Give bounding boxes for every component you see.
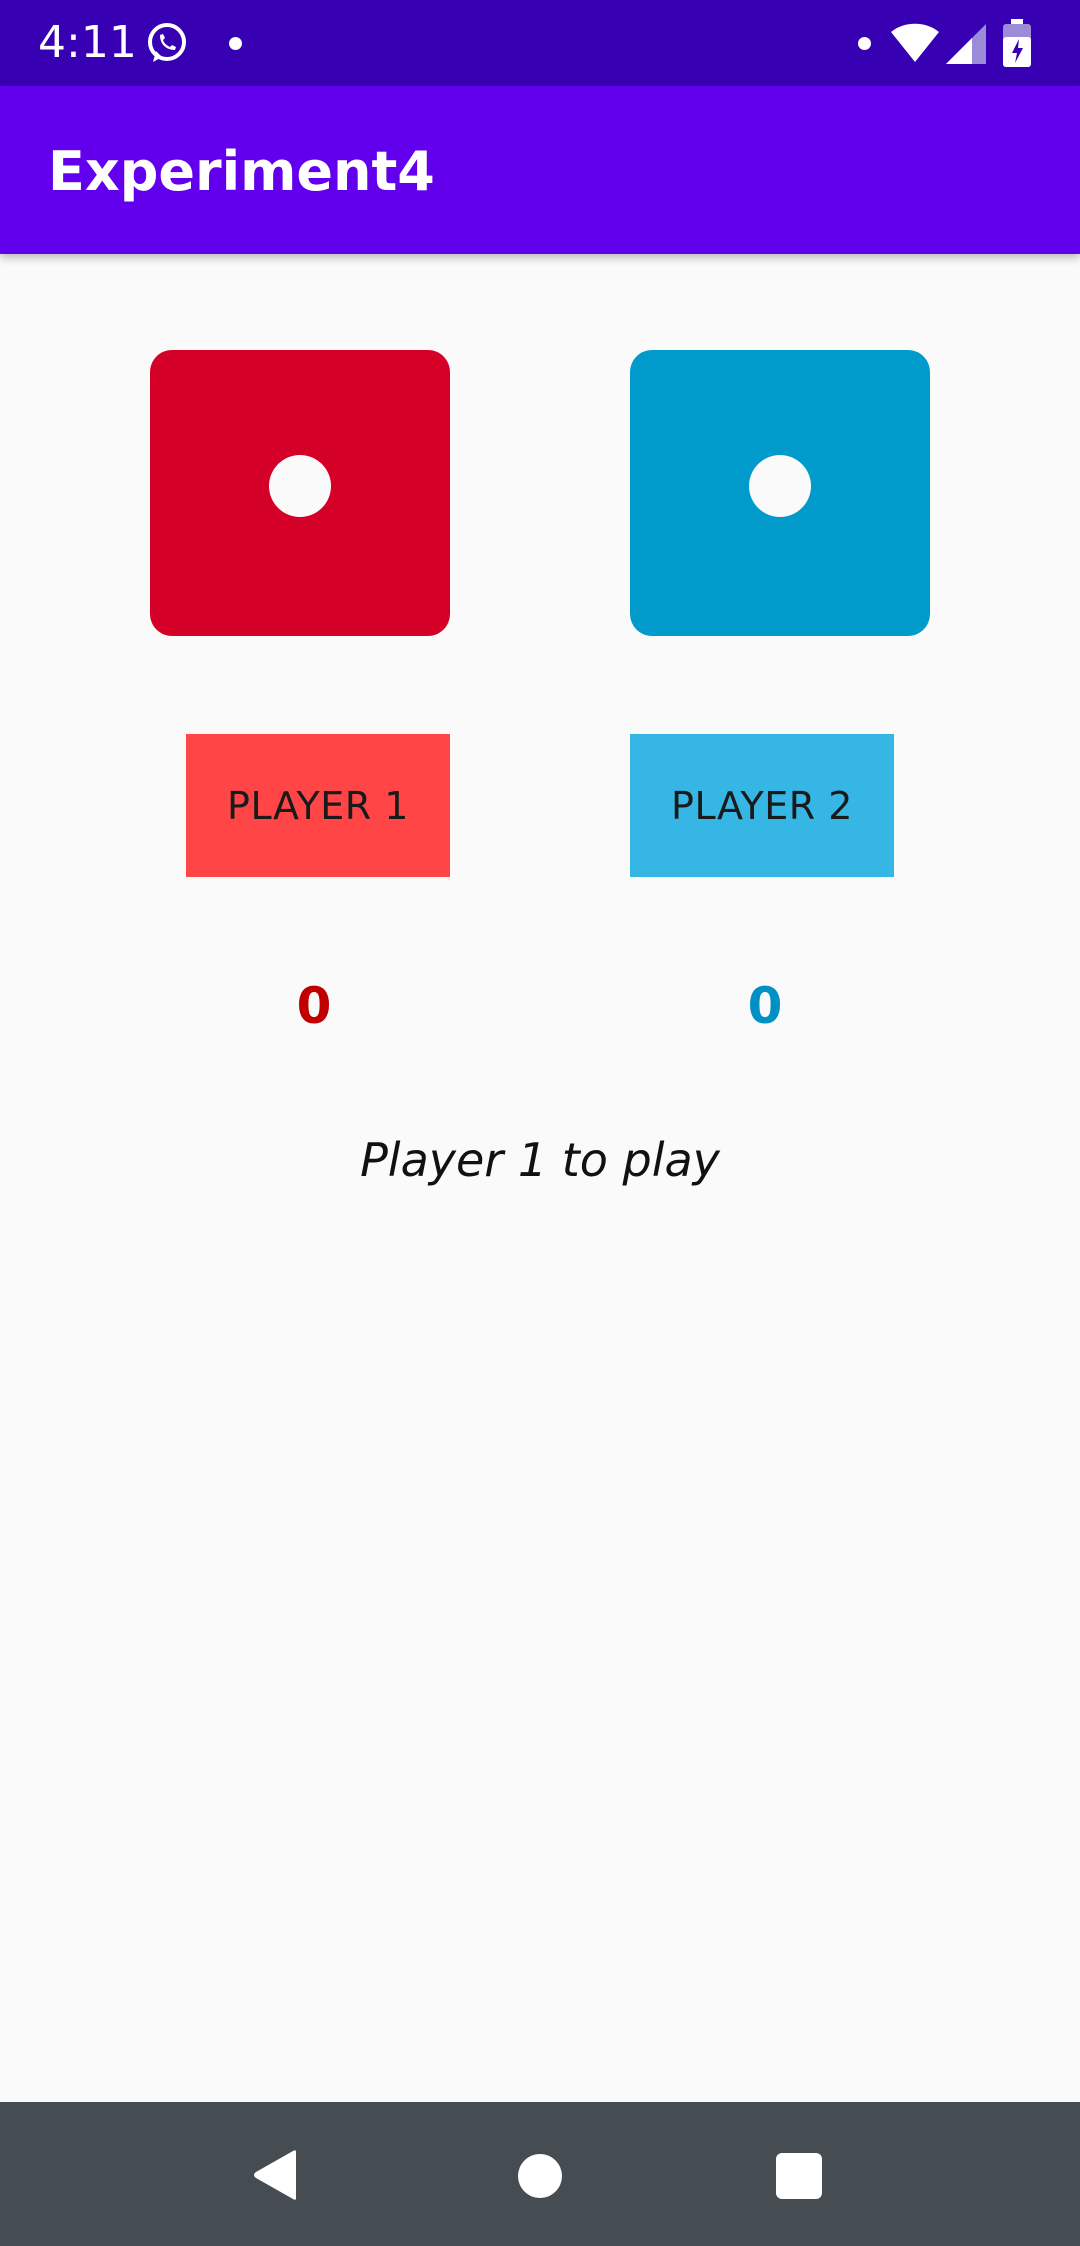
app-screen: 4:11 Experiment4 PLAYER 1 PLAYER 2 0 0 P… [0, 0, 1080, 2246]
die-pip [269, 455, 331, 517]
notification-dot-icon [858, 37, 871, 50]
die-pip [749, 455, 811, 517]
turn-status-text: Player 1 to play [360, 1133, 720, 1187]
navigation-bar [0, 2102, 1080, 2246]
wifi-icon [891, 23, 939, 62]
whatsapp-icon [148, 23, 186, 62]
player1-score: 0 [296, 977, 332, 1035]
player2-score: 0 [747, 977, 783, 1035]
status-bar: 4:11 [0, 0, 1080, 86]
player1-button[interactable]: PLAYER 1 [186, 734, 450, 877]
player2-die [630, 350, 930, 636]
player1-die [150, 350, 450, 636]
signal-icon [946, 24, 986, 64]
battery-icon [1003, 19, 1031, 67]
app-title: Experiment4 [48, 140, 435, 203]
player2-button[interactable]: PLAYER 2 [630, 734, 894, 877]
back-icon[interactable] [250, 2148, 300, 2202]
notification-dot-icon [229, 37, 242, 50]
status-time: 4:11 [38, 17, 137, 68]
app-bar: Experiment4 [0, 86, 1080, 254]
home-icon[interactable] [518, 2154, 562, 2198]
recents-icon[interactable] [776, 2153, 822, 2199]
